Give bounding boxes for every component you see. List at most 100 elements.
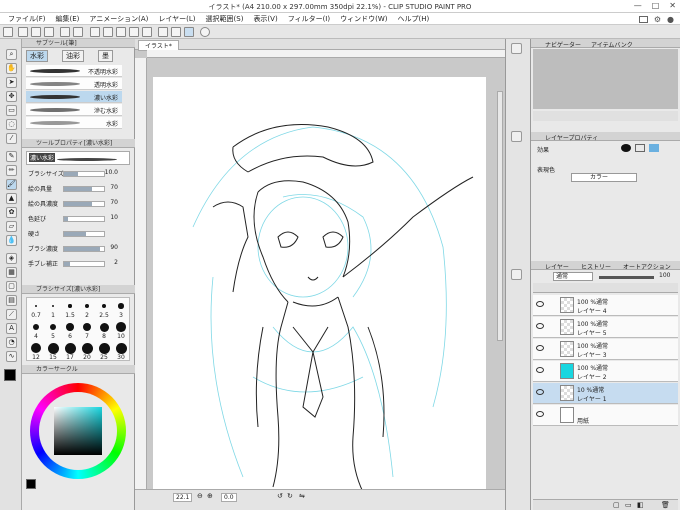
tablet-icon[interactable]	[638, 15, 648, 23]
brush-size-dot[interactable]	[51, 304, 55, 308]
tab-auto-action[interactable]: オートアクション	[623, 262, 671, 271]
eyedropper-tool-icon[interactable]: ⁄	[6, 133, 17, 144]
layer-row[interactable]: 100 %通常 レイヤー 5	[533, 317, 678, 338]
subtool-item[interactable]: 滲む水彩	[26, 104, 122, 116]
layer-row[interactable]: 10 %通常 レイヤー 1	[533, 383, 678, 404]
tab-ink[interactable]: 墨	[98, 50, 113, 62]
vertical-scrollbar[interactable]	[497, 91, 503, 341]
brush-size-dot[interactable]	[82, 322, 92, 332]
subtool-item-selected[interactable]: 濃い水彩	[26, 91, 122, 103]
move-layer-tool-icon[interactable]: ✥	[6, 91, 17, 102]
hand-tool-icon[interactable]: ✋	[6, 63, 17, 74]
tab-oil[interactable]: 油彩	[62, 50, 84, 62]
menu-edit[interactable]: 編集(E)	[56, 14, 80, 24]
menu-filter[interactable]: フィルター(I)	[288, 14, 330, 24]
brush-size-dot[interactable]	[66, 323, 74, 331]
eraser-tool-icon[interactable]: ▱	[6, 221, 17, 232]
property-slider[interactable]	[63, 261, 105, 267]
property-value[interactable]: 70	[110, 184, 118, 191]
menu-selection[interactable]: 選択範囲(S)	[206, 14, 244, 24]
property-value[interactable]: 10	[110, 214, 118, 221]
airbrush-tool-icon[interactable]: ▲	[6, 193, 17, 204]
blend-mode-dropdown[interactable]: 通常	[553, 272, 593, 281]
brush-size-dot[interactable]	[118, 303, 124, 309]
eye-icon[interactable]	[536, 367, 544, 373]
property-value[interactable]: 10.0	[105, 169, 118, 176]
opacity-slider[interactable]	[599, 276, 654, 279]
menu-help[interactable]: ヘルプ(H)	[397, 14, 429, 24]
tab-watercolor[interactable]: 水彩	[26, 50, 48, 62]
menu-layer[interactable]: レイヤー(L)	[158, 14, 195, 24]
snap-grid-icon[interactable]	[171, 27, 181, 37]
rotate-left-icon[interactable]: ↺	[277, 492, 283, 500]
fill-tool-icon[interactable]: ◈	[6, 253, 17, 264]
tool-property-row[interactable]: 硬さ	[28, 229, 128, 239]
eye-icon[interactable]	[536, 411, 544, 417]
snap-special-ruler-icon[interactable]	[184, 27, 194, 37]
gear-icon[interactable]: ⚙	[654, 15, 661, 24]
tool-property-row[interactable]: 手ブレ補正 2	[28, 259, 128, 269]
eye-icon[interactable]	[536, 323, 544, 329]
eye-icon[interactable]	[536, 345, 544, 351]
frame-tool-icon[interactable]: ▤	[6, 295, 17, 306]
clear-icon[interactable]	[90, 27, 100, 37]
tool-property-row[interactable]: ブラシ濃度 90	[28, 244, 128, 254]
main-color-swatch[interactable]	[4, 369, 16, 381]
snap-ruler-icon[interactable]	[158, 27, 168, 37]
tool-property-row[interactable]: ブラシサイズ 10.0	[28, 169, 128, 179]
tool-property-row[interactable]: 色延び 10	[28, 214, 128, 224]
undo-icon[interactable]	[60, 27, 70, 37]
new-layer-icon[interactable]: ▢	[613, 501, 620, 509]
help-icon[interactable]	[200, 27, 210, 37]
property-slider[interactable]	[63, 246, 105, 252]
zoom-in-icon[interactable]: ⊕	[207, 492, 213, 500]
mask-icon[interactable]: ◧	[637, 501, 644, 509]
property-slider[interactable]	[63, 186, 105, 192]
brush-size-dot[interactable]	[32, 323, 40, 331]
navigator-slider[interactable]	[533, 111, 678, 121]
close-button[interactable]: ✕	[669, 1, 676, 10]
brush-size-dot[interactable]	[30, 342, 42, 354]
tab-history[interactable]: ヒストリー	[581, 262, 611, 271]
selection-tool-icon[interactable]: ▭	[6, 105, 17, 116]
brush-size-dot[interactable]	[68, 304, 72, 308]
subtool-item[interactable]: 不透明水彩	[26, 65, 122, 77]
opacity-value[interactable]: 100	[659, 272, 670, 279]
property-value[interactable]: 2	[114, 259, 118, 266]
brush-size-dot[interactable]	[64, 342, 76, 354]
tab-item-bank[interactable]: アイテムバンク	[591, 40, 633, 49]
delete-layer-icon[interactable]: 🗑	[661, 501, 670, 509]
expression-dropdown[interactable]: カラー	[571, 173, 637, 182]
subtool-item[interactable]: 水彩	[26, 117, 122, 129]
property-value[interactable]: 70	[110, 199, 118, 206]
brush-size-dot[interactable]	[115, 342, 127, 354]
layer-row[interactable]: 100 %通常 レイヤー 4	[533, 295, 678, 316]
color-square[interactable]	[54, 407, 102, 455]
property-value[interactable]: 90	[110, 244, 118, 251]
gradient-tool-icon[interactable]: ▦	[6, 267, 17, 278]
color-wheel[interactable]	[30, 383, 126, 479]
tool-property-row[interactable]: 絵の具濃度 70	[28, 199, 128, 209]
brush-size-dot[interactable]	[98, 342, 110, 354]
menu-view[interactable]: 表示(V)	[253, 14, 277, 24]
zoom-out-icon[interactable]: ⊖	[197, 492, 203, 500]
tone-effect-icon[interactable]	[635, 144, 645, 152]
angle-value[interactable]: 0.0	[221, 493, 237, 502]
flip-icon[interactable]: ⇋	[299, 492, 305, 500]
layer-icon[interactable]	[511, 269, 522, 280]
balloon-tool-icon[interactable]: ◔	[6, 337, 17, 348]
pen-tool-icon[interactable]: ✎	[6, 151, 17, 162]
navigator-preview[interactable]	[533, 49, 678, 109]
eye-icon[interactable]	[536, 389, 544, 395]
menu-animation[interactable]: アニメーション(A)	[89, 14, 148, 24]
tab-layer-property[interactable]: レイヤープロパティ	[545, 133, 598, 142]
text-tool-icon[interactable]: A	[6, 323, 17, 334]
navigator-icon[interactable]	[511, 43, 522, 54]
invert-selection-icon[interactable]	[142, 27, 152, 37]
minimize-button[interactable]: —	[634, 1, 642, 10]
brush-size-dot[interactable]	[81, 342, 93, 354]
clip-studio-icon[interactable]	[3, 27, 13, 37]
transform-icon[interactable]	[116, 27, 126, 37]
property-slider[interactable]	[63, 171, 105, 177]
correct-line-tool-icon[interactable]: ∿	[6, 351, 17, 362]
